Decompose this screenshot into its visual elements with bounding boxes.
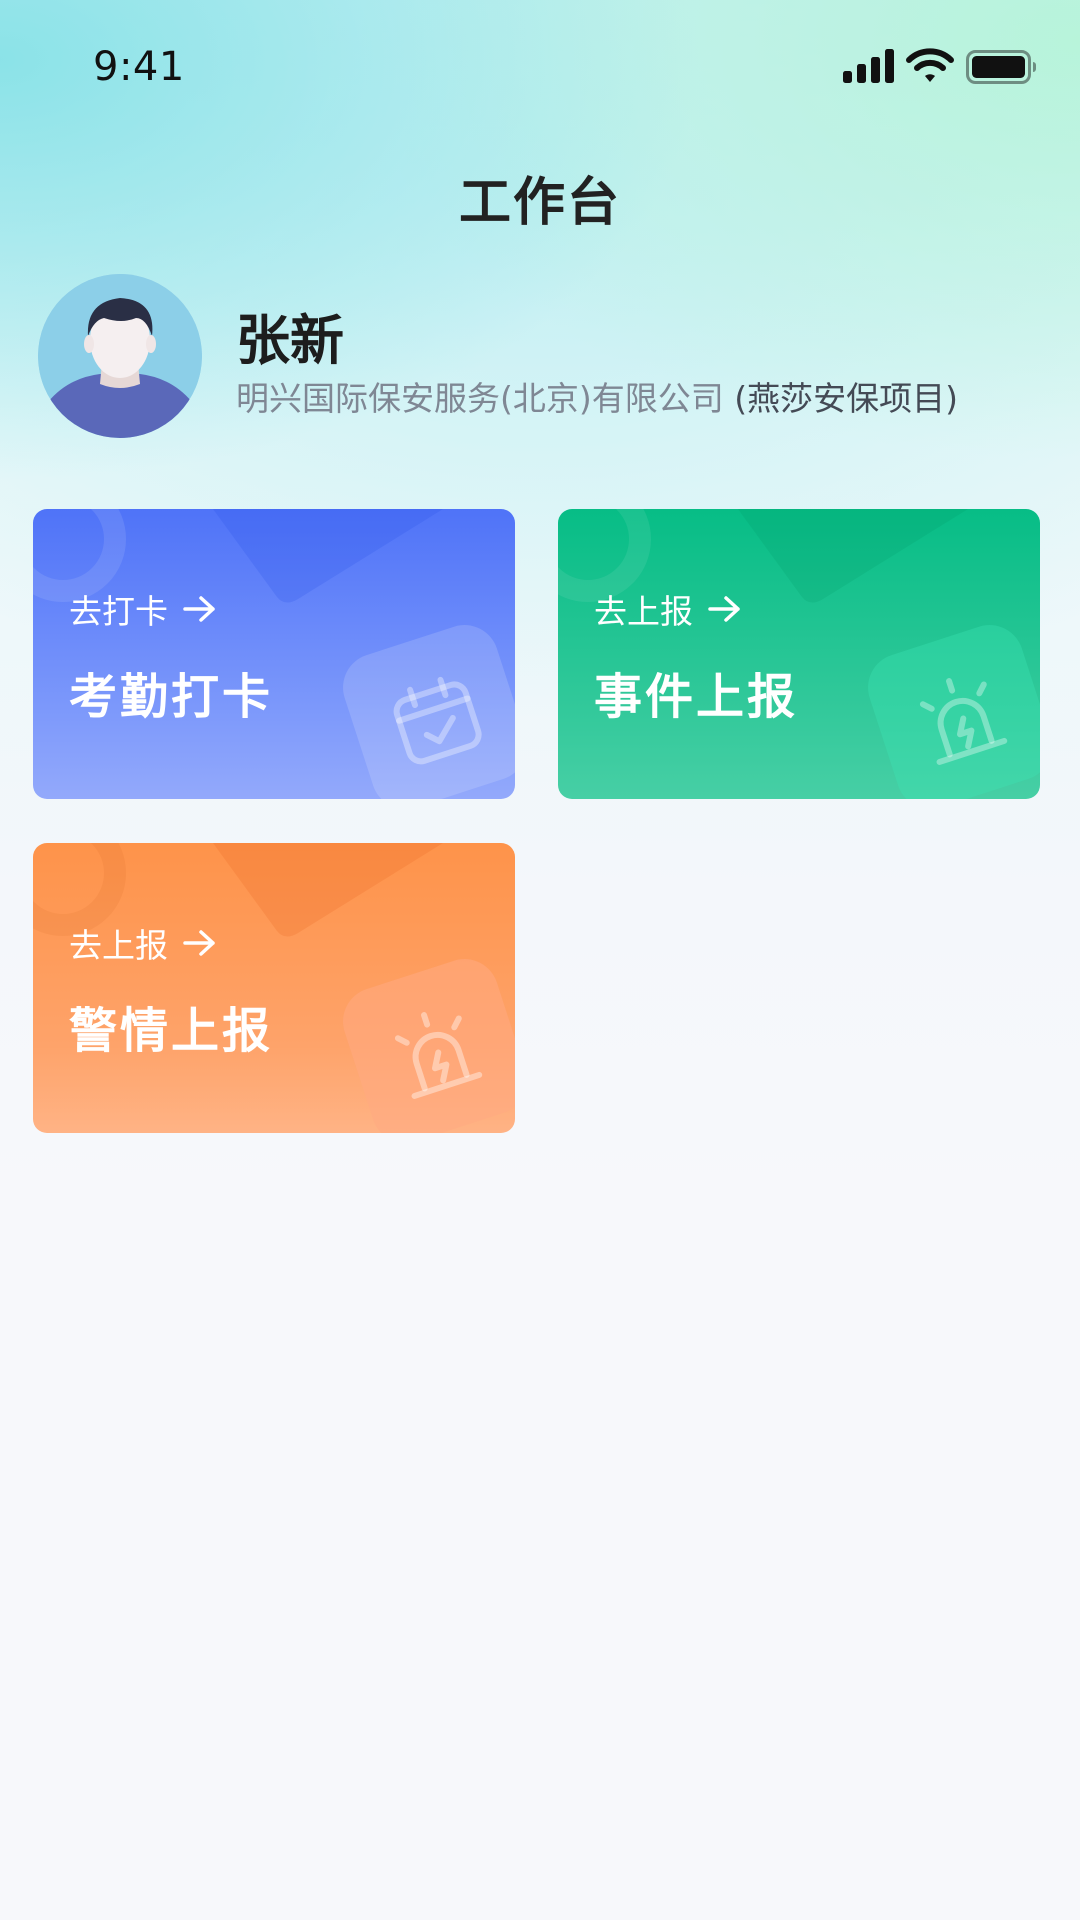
- avatar[interactable]: [38, 274, 202, 438]
- card-action[interactable]: 去上报: [594, 585, 743, 633]
- card-title: 警情上报: [69, 1003, 274, 1059]
- status-time: 9:41: [93, 44, 185, 90]
- arrow-right-icon: [183, 596, 215, 622]
- card-action-label: 去上报: [69, 926, 168, 965]
- event-report-card[interactable]: 去上报 事件上报: [558, 509, 1040, 799]
- page-title: 工作台: [458, 173, 621, 233]
- arrow-right-icon: [183, 930, 215, 956]
- alarm-siren-icon: [919, 678, 1008, 765]
- card-action[interactable]: 去上报: [69, 919, 218, 967]
- user-avatar-icon: [38, 274, 202, 438]
- status-bar: 9:41: [0, 0, 1080, 140]
- cellular-signal-icon: [843, 49, 894, 83]
- wifi-icon: [906, 48, 954, 82]
- user-name: 张新: [236, 309, 344, 372]
- arrow-right-icon: [708, 596, 740, 622]
- attendance-card[interactable]: 去打卡 考勤打卡: [33, 509, 515, 799]
- card-title: 考勤打卡: [69, 669, 274, 725]
- alarm-report-card[interactable]: 去上报 警情上报: [33, 843, 515, 1133]
- user-company: 明兴国际保安服务(北京)有限公司 (燕莎安保项目): [236, 372, 958, 420]
- card-action[interactable]: 去打卡: [69, 585, 218, 633]
- alarm-siren-icon: [394, 1012, 483, 1099]
- calendar-check-icon: [393, 676, 482, 765]
- card-title: 事件上报: [594, 669, 799, 725]
- card-action-label: 去上报: [594, 592, 693, 631]
- project-name: (燕莎安保项目): [734, 379, 958, 418]
- battery-icon: [966, 50, 1036, 84]
- company-name: 明兴国际保安服务(北京)有限公司: [236, 379, 724, 418]
- card-action-label: 去打卡: [69, 592, 168, 631]
